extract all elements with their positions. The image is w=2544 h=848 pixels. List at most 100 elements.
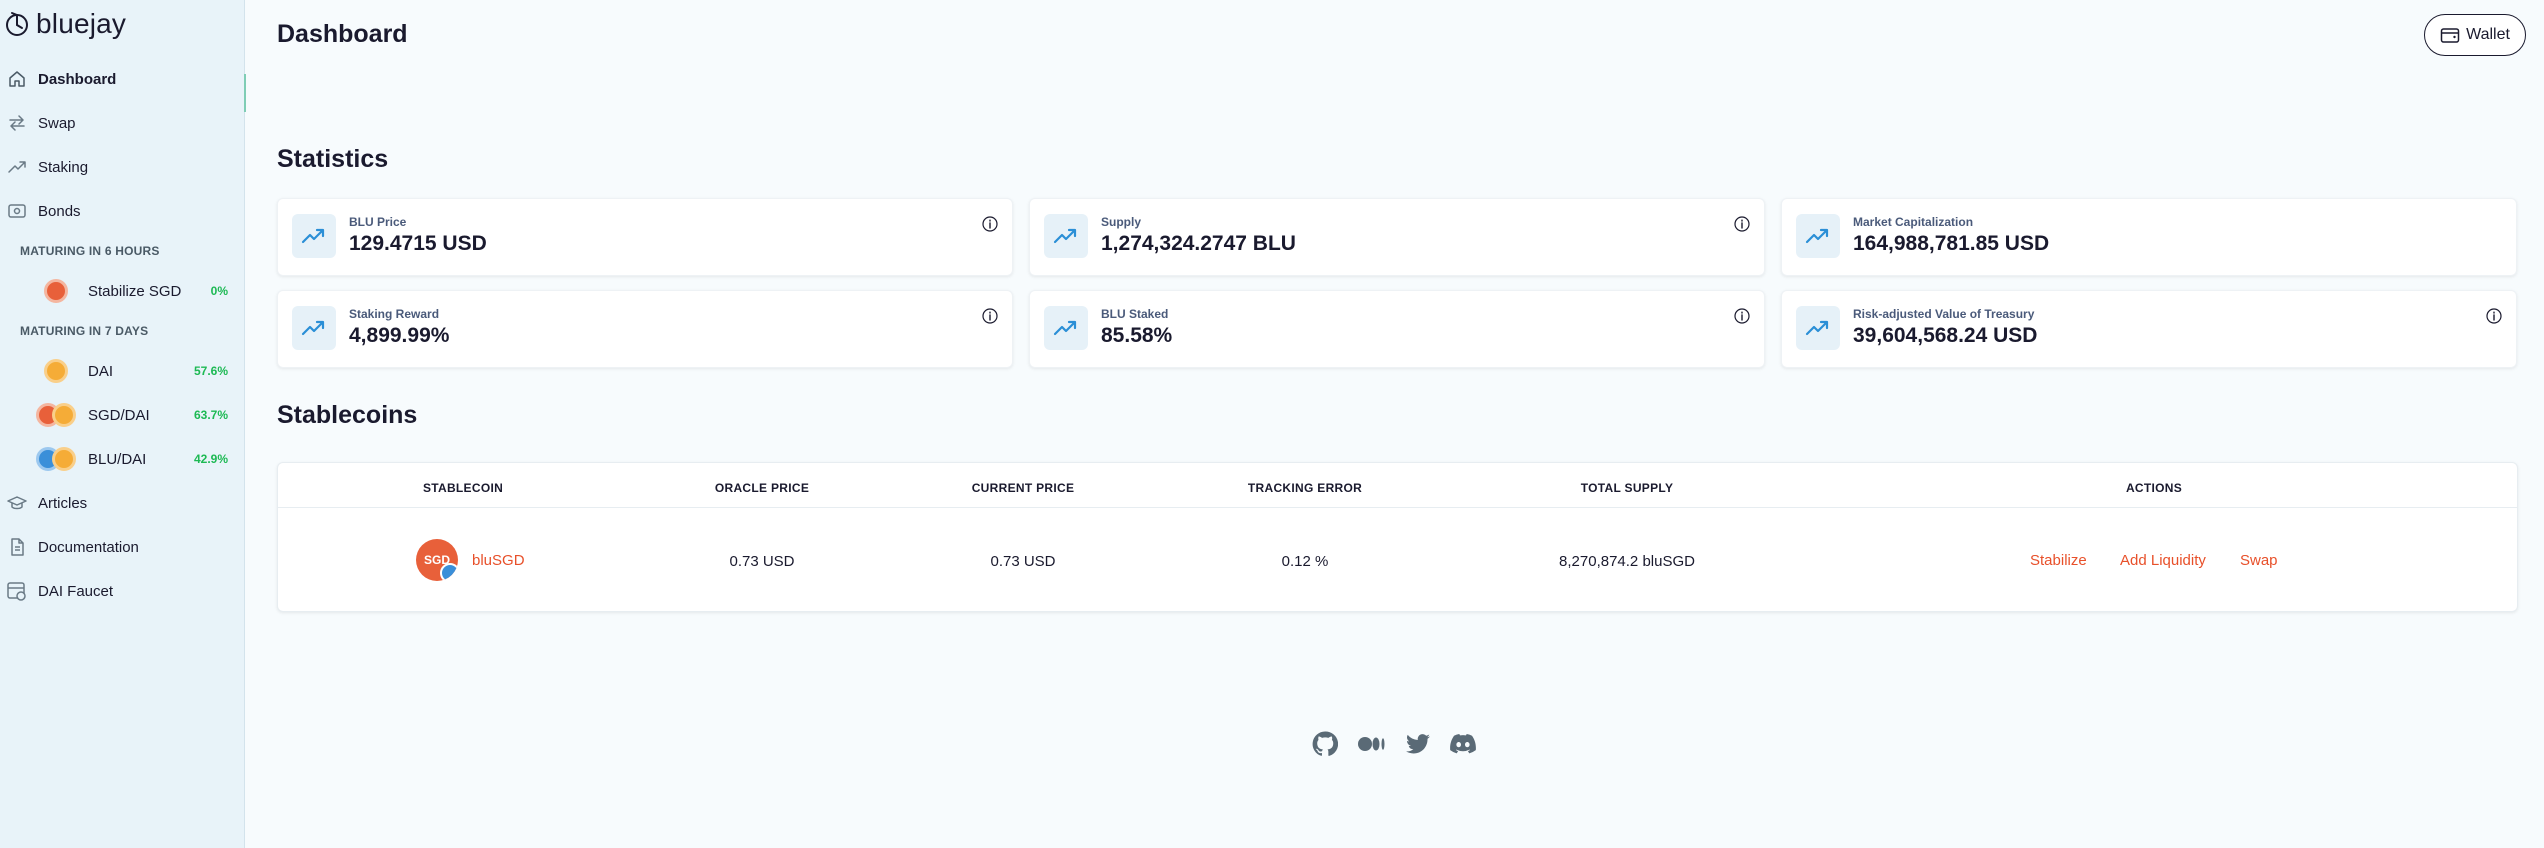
column-header: TRACKING ERROR (1247, 481, 1363, 495)
wallet-label: Wallet (2466, 26, 2510, 43)
column-header: ACTIONS (2125, 481, 2183, 495)
footer-social (1312, 731, 1476, 762)
table-row-coin[interactable]: SGD bluSGD (416, 539, 525, 581)
current-price: 0.73 USD (990, 553, 1056, 570)
column-header: ORACLE PRICE (714, 481, 810, 495)
stablecoins-title: Stablecoins (277, 401, 418, 429)
total-supply: 8,270,874.2 bluSGD (1559, 553, 1695, 570)
statistics-title: Statistics (277, 145, 389, 173)
column-header: TOTAL SUPPLY (1580, 481, 1674, 495)
bond-name: DAI (88, 362, 114, 380)
bond-item-stabilize-sgd[interactable]: Stabilize SGD 0% (36, 276, 228, 306)
table-divider (278, 507, 2517, 508)
github-icon[interactable] (1312, 731, 1339, 762)
swap-button[interactable]: Swap (2240, 552, 2278, 569)
stablecoins-table: STABLECOIN ORACLE PRICE CURRENT PRICE TR… (277, 462, 2518, 612)
stat-value: 85.58% (1101, 324, 1173, 347)
bond-discount: 0% (210, 284, 228, 298)
add-liquidity-button[interactable]: Add Liquidity (2120, 552, 2206, 569)
bond-name: Stabilize SGD (88, 282, 182, 300)
dai-coin-icon (52, 447, 76, 471)
trending-up-icon (1044, 306, 1088, 350)
bond-item-sgd-dai[interactable]: SGD/DAI 63.7% (36, 400, 228, 430)
dai-coin-icon (44, 359, 68, 383)
bond-item-blu-dai[interactable]: BLU/DAI 42.9% (36, 444, 228, 474)
bond-name: BLU/DAI (88, 450, 147, 468)
swap-icon (0, 113, 37, 133)
wallet-icon (2440, 28, 2460, 43)
sidebar-item-label: Swap (38, 114, 76, 132)
sidebar-item-label: DAI Faucet (38, 582, 114, 600)
bond-section-heading: MATURING IN 6 HOURS (20, 244, 160, 258)
sidebar: bluejay Dashboard Swap Staking Bonds MAT… (0, 0, 245, 848)
bluejay-logo-icon (6, 12, 28, 36)
sidebar-item-articles[interactable]: Articles (0, 486, 245, 520)
info-icon[interactable] (982, 308, 998, 329)
sidebar-item-label: Documentation (38, 538, 139, 556)
sidebar-item-dai-faucet[interactable]: DAI Faucet (0, 574, 245, 608)
sidebar-item-bonds[interactable]: Bonds (0, 194, 245, 228)
dai-coin-icon (52, 403, 76, 427)
stat-card: Staking Reward 4,899.99% (277, 290, 1013, 368)
stat-label: Supply (1101, 215, 1142, 229)
active-indicator (244, 74, 246, 112)
stat-label: Staking Reward (349, 307, 440, 321)
sidebar-item-label: Staking (38, 158, 89, 176)
bond-discount: 57.6% (193, 364, 228, 378)
sidebar-item-dashboard[interactable]: Dashboard (0, 62, 245, 96)
info-icon[interactable] (1734, 308, 1750, 329)
stat-card: BLU Staked 85.58% (1029, 290, 1765, 368)
medium-icon[interactable] (1358, 734, 1386, 759)
stat-value: 129.4715 USD (349, 232, 487, 255)
sidebar-item-label: Articles (38, 494, 88, 512)
sidebar-item-swap[interactable]: Swap (0, 106, 245, 140)
stat-card: Risk-adjusted Value of Treasury 39,604,56… (1781, 290, 2517, 368)
document-icon (0, 537, 37, 557)
bond-name: SGD/DAI (88, 406, 150, 424)
stat-label: BLU Price (349, 215, 407, 229)
sidebar-item-documentation[interactable]: Documentation (0, 530, 245, 564)
trending-up-icon (1044, 214, 1088, 258)
info-icon[interactable] (1734, 216, 1750, 237)
column-header: STABLECOIN (422, 481, 504, 495)
stat-value: 4,899.99% (349, 324, 450, 347)
bond-section-heading: MATURING IN 7 DAYS (20, 324, 149, 338)
faucet-icon (0, 580, 37, 602)
page-title: Dashboard (277, 20, 408, 48)
stat-value: 164,988,781.85 USD (1853, 232, 2050, 255)
trending-icon (0, 157, 37, 177)
bonds-icon (0, 201, 37, 221)
stat-label: BLU Staked (1101, 307, 1169, 321)
stabilize-button[interactable]: Stabilize (2030, 552, 2087, 569)
tracking-error: 0.12 % (1281, 553, 1329, 570)
sidebar-item-label: Bonds (38, 202, 81, 220)
trending-up-icon (292, 306, 336, 350)
sgd-coin-icon: SGD (416, 539, 458, 581)
stat-card: Market Capitalization 164,988,781.85 USD (1781, 198, 2517, 276)
coin-name-link[interactable]: bluSGD (472, 552, 525, 569)
info-icon[interactable] (2486, 308, 2502, 329)
stat-card: Supply 1,274,324.2747 BLU (1029, 198, 1765, 276)
stat-value: 39,604,568.24 USD (1853, 324, 2038, 347)
bond-discount: 63.7% (193, 408, 228, 422)
stat-card: BLU Price 129.4715 USD (277, 198, 1013, 276)
sidebar-item-staking[interactable]: Staking (0, 150, 245, 184)
wallet-button[interactable]: Wallet (2424, 14, 2526, 56)
home-icon (0, 69, 37, 89)
stat-label: Market Capitalization (1853, 215, 1974, 229)
twitter-icon[interactable] (1406, 734, 1430, 759)
trending-up-icon (1796, 306, 1840, 350)
info-icon[interactable] (982, 216, 998, 237)
trending-up-icon (1796, 214, 1840, 258)
sgd-coin-icon (44, 279, 68, 303)
column-header: CURRENT PRICE (971, 481, 1075, 495)
bond-item-dai[interactable]: DAI 57.6% (36, 356, 228, 386)
trending-up-icon (292, 214, 336, 258)
brand-name: bluejay (36, 8, 127, 39)
brand[interactable]: bluejay (4, 8, 126, 40)
sidebar-item-label: Dashboard (38, 70, 117, 88)
oracle-price: 0.73 USD (729, 553, 795, 570)
hat-icon (0, 493, 37, 513)
discord-icon[interactable] (1450, 734, 1476, 759)
bond-discount: 42.9% (193, 452, 228, 466)
